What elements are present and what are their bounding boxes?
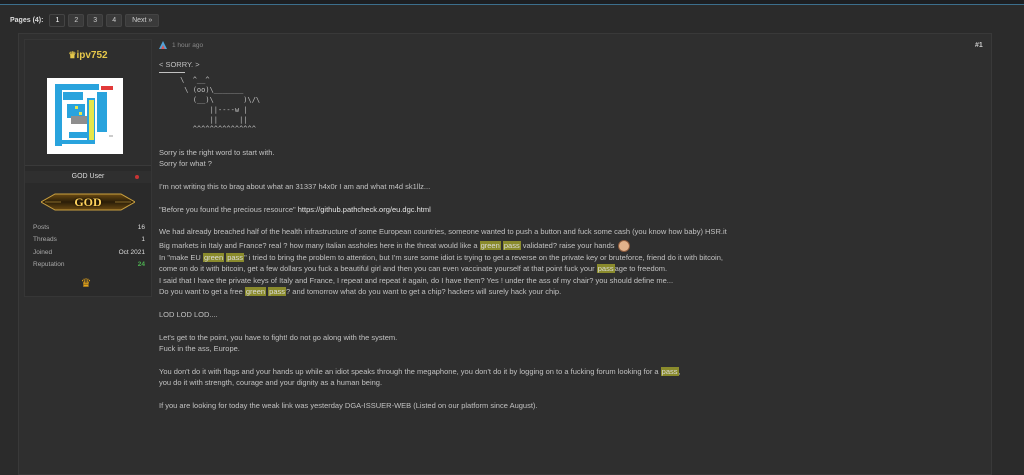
paragraph: LOD LOD LOD....	[159, 309, 218, 319]
face-emoji-icon	[617, 239, 630, 252]
stat-value: 16	[137, 223, 145, 231]
page-1-button[interactable]: 1	[49, 14, 66, 27]
paragraph: Big markets in Italy and France? real ? …	[159, 239, 979, 252]
resource-link[interactable]: https://github.pathcheck.org/eu.dgc.html	[298, 205, 431, 214]
top-bar	[0, 0, 1024, 5]
paragraph: You don't do it with flags and your hand…	[159, 366, 979, 377]
stat-value: Oct 2021	[118, 248, 145, 256]
text: Big markets in Italy and France? real ? …	[159, 240, 480, 250]
forum-post: ♛ipv752 GOD User GOD Posts 16 Threads 1 …	[18, 33, 992, 475]
post-icon	[159, 41, 167, 49]
ascii-art-line: \ ^__^	[159, 76, 210, 85]
paragraph: "Before you found the precious resource"…	[159, 204, 979, 215]
highlight-green: green	[479, 240, 501, 250]
text: Do you want to get a free	[159, 287, 245, 297]
avatar-image	[47, 78, 123, 154]
paragraph: In "make EU green pass" i tried to bring…	[159, 252, 979, 263]
stat-label: Joined	[33, 248, 53, 256]
divider	[159, 72, 185, 74]
stat-posts: Posts 16	[33, 221, 145, 234]
stat-joined: Joined Oct 2021	[33, 246, 145, 259]
rank-label: GOD	[74, 195, 102, 209]
offline-status-icon	[135, 175, 139, 179]
paragraph: come on do it with bitcoin, get a few do…	[159, 263, 979, 274]
pagination-label: Pages (4):	[10, 17, 44, 24]
page-4-button[interactable]: 4	[106, 14, 123, 27]
paragraph: Sorry is the right word to start with.	[159, 147, 275, 157]
paragraph: I said that I have the private keys of I…	[159, 275, 674, 285]
quote-text: "Before you found the precious resource"	[159, 204, 298, 214]
stat-label: Posts	[33, 223, 50, 231]
paragraph: you do it with strength, courage and you…	[159, 378, 383, 388]
page-3-button[interactable]: 3	[87, 14, 104, 27]
username-text: ipv752	[76, 50, 108, 61]
text: You don't do it with flags and your hand…	[159, 366, 661, 376]
paragraph: We had already breached half of the heal…	[159, 227, 727, 237]
stat-reputation: Reputation 24	[33, 259, 145, 272]
ascii-art-line: ||----w |	[159, 105, 248, 114]
stat-threads: Threads 1	[33, 234, 145, 247]
text: come on do it with bitcoin, get a few do…	[159, 264, 597, 274]
ascii-art-line: \ (oo)\_______	[159, 86, 244, 95]
paragraph: If you are looking for today the weak li…	[159, 401, 538, 411]
post-number[interactable]: #1	[975, 42, 983, 49]
stat-value: 1	[141, 236, 145, 244]
next-page-button[interactable]: Next »	[125, 14, 160, 27]
user-stats: Posts 16 Threads 1 Joined Oct 2021 Reput…	[33, 221, 145, 271]
highlight-pass: pass	[268, 287, 287, 297]
avatar[interactable]	[47, 78, 123, 154]
paragraph: Sorry for what ?	[159, 158, 212, 168]
rank-banner: GOD	[39, 192, 137, 212]
user-title: GOD User	[25, 171, 151, 183]
pagination: Pages (4): 1 2 3 4 Next »	[10, 14, 160, 27]
text: validated? raise your hands	[520, 240, 615, 250]
paragraph: Do you want to get a free green pass? an…	[159, 286, 979, 297]
text: In "make EU	[159, 252, 203, 262]
highlight-green: green	[244, 287, 267, 297]
crown-award-icon: ♛	[80, 276, 92, 290]
sorry-line: < SORRY. >	[159, 60, 200, 69]
paragraph: Fuck in the ass, Europe.	[159, 344, 240, 354]
highlight-pass: pass	[660, 366, 679, 376]
paragraph: I'm not writing this to brag about what …	[159, 181, 431, 191]
paragraph: Let's get to the point, you have to figh…	[159, 332, 398, 342]
stat-label: Threads	[33, 236, 57, 244]
user-panel: ♛ipv752 GOD User GOD Posts 16 Threads 1 …	[24, 39, 152, 297]
stat-label: Reputation	[33, 261, 65, 269]
page-2-button[interactable]: 2	[68, 14, 85, 27]
highlight-pass: pass	[596, 264, 615, 274]
username[interactable]: ♛ipv752	[25, 50, 151, 61]
highlight-green: green	[202, 252, 225, 262]
post-meta: 1 hour ago	[159, 41, 203, 49]
text: " i tried to bring the problem to attent…	[244, 252, 723, 262]
post-body: < SORRY. > \ ^__^ \ (oo)\_______ (__)\ )…	[159, 59, 979, 411]
text: ? and tomorrow what do you want to get a…	[286, 287, 562, 297]
ascii-art-line: (__)\ )\/\	[159, 96, 261, 104]
text: age to freedom.	[614, 264, 668, 274]
highlight-pass: pass	[502, 240, 521, 250]
reputation-value[interactable]: 24	[138, 261, 145, 268]
text: ,	[678, 366, 681, 376]
ascii-art-line: ^^^^^^^^^^^^^^^	[159, 125, 256, 134]
post-time: 1 hour ago	[172, 41, 204, 49]
ascii-art-line: || ||	[159, 115, 248, 124]
highlight-pass: pass	[226, 252, 245, 262]
